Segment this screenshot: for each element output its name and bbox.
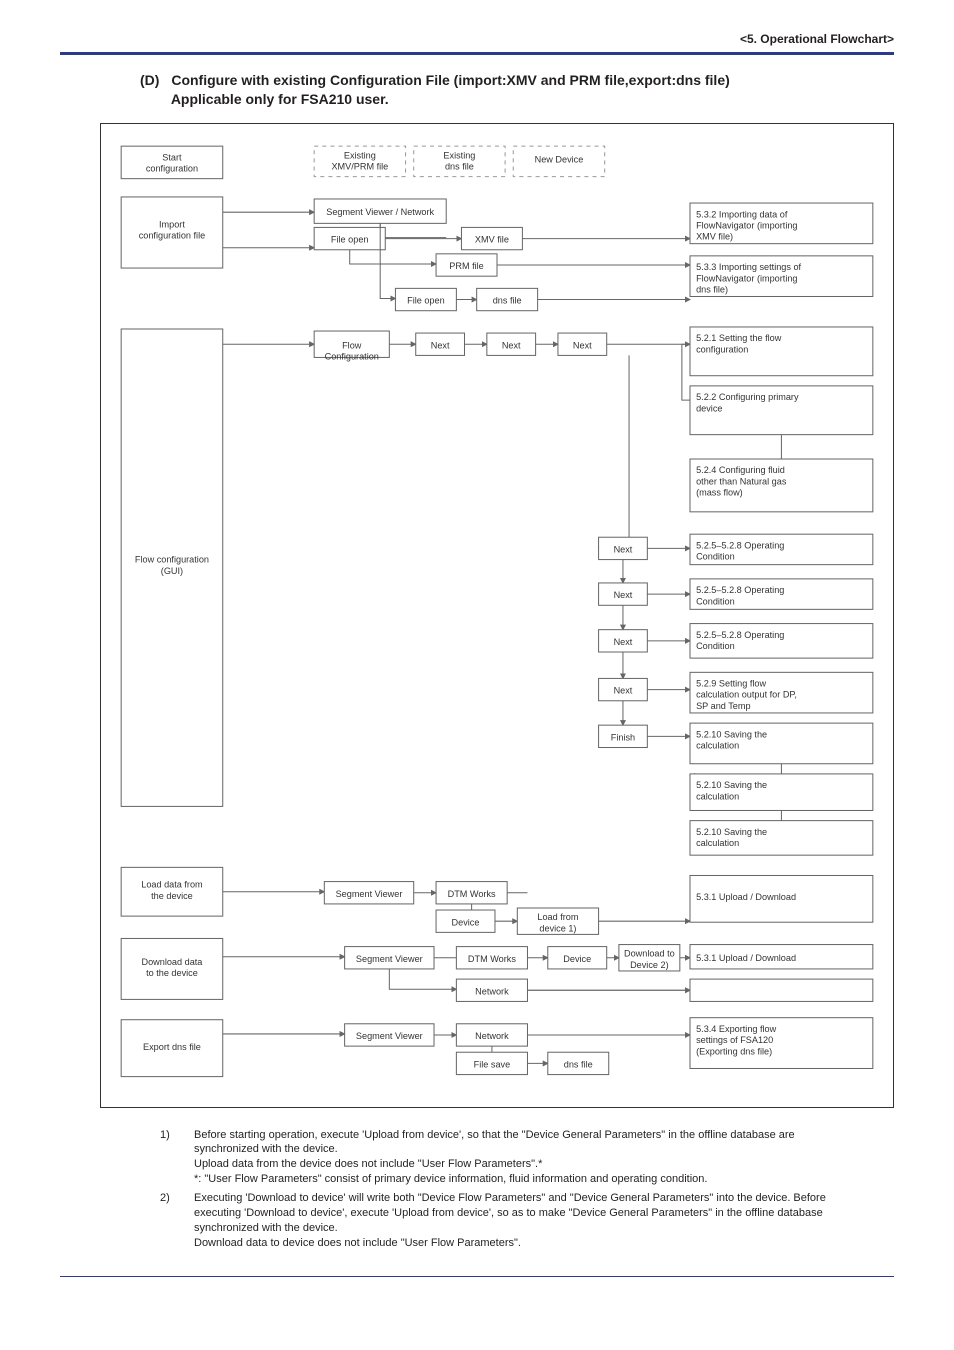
import-dnsfile: dns file — [493, 295, 522, 305]
footnote-2-num: 2) — [160, 1191, 194, 1250]
rowhead-export: Export dns file — [143, 1042, 201, 1052]
import-fileopen1: File open — [331, 234, 369, 244]
footer-rule — [60, 1276, 894, 1277]
rowhead-download: Download datato the device — [142, 957, 204, 978]
opt-dns: Existingdns file — [443, 150, 475, 171]
header-rule — [60, 52, 894, 55]
dl-dl: Download toDevice 2) — [624, 949, 675, 970]
flowcfg-next5: Next — [614, 590, 633, 600]
import-prmfile: PRM file — [449, 261, 483, 271]
flowchart-frame: Startconfiguration ExistingXMV/PRM file … — [100, 123, 894, 1108]
import-xmvfile: XMV file — [475, 234, 509, 244]
ref-export: 5.3.4 Exporting flowsettings of FSA120(E… — [696, 1024, 777, 1056]
exp-filesave: File save — [474, 1059, 511, 1069]
chapter-title: <5. Operational Flowchart> — [740, 32, 894, 46]
flowcfg-next3: Next — [573, 340, 592, 350]
footnote-2-text: Executing 'Download to device' will writ… — [194, 1191, 834, 1250]
dl-network: Network — [475, 986, 509, 996]
flowcfg-next7: Next — [614, 685, 633, 695]
opt-xmv: ExistingXMV/PRM file — [331, 150, 388, 171]
dl-device: Device — [563, 954, 591, 964]
flowcfg-next4: Next — [614, 544, 633, 554]
flowcfg-next1: Next — [431, 340, 450, 350]
section-lead: (D) — [140, 71, 159, 90]
exp-network: Network — [475, 1031, 509, 1041]
flowcfg-finish: Finish — [611, 732, 635, 742]
ref-updown1: 5.3.1 Upload / Download — [696, 892, 796, 902]
load-load: Load fromdevice 1) — [537, 912, 578, 933]
ref-updown2: 5.3.1 Upload / Download — [696, 953, 796, 963]
exp-sv: Segment Viewer — [356, 1031, 423, 1041]
section-title-line2: Applicable only for FSA210 user. — [171, 91, 389, 107]
opt-new: New Device — [535, 154, 584, 164]
exp-dns: dns file — [564, 1059, 593, 1069]
footnotes: 1) Before starting operation, execute 'U… — [160, 1128, 834, 1251]
import-fileopen2: File open — [407, 295, 445, 305]
section-title-line1: Configure with existing Configuration Fi… — [171, 72, 729, 88]
flowcfg-next2: Next — [502, 340, 521, 350]
dl-sv: Segment Viewer — [356, 954, 423, 964]
import-left: Segment Viewer / Network — [326, 207, 434, 217]
page-header: <5. Operational Flowchart> — [60, 32, 894, 52]
footnote-1-num: 1) — [160, 1128, 194, 1187]
load-dtm: DTM Works — [448, 889, 496, 899]
load-device: Device — [452, 917, 480, 927]
flowcfg-next6: Next — [614, 637, 633, 647]
flowchart-svg: Startconfiguration ExistingXMV/PRM file … — [111, 136, 883, 1091]
dl-dtm: DTM Works — [468, 954, 516, 964]
footnote-1-text: Before starting operation, execute 'Uplo… — [194, 1128, 834, 1187]
section-heading: (D) Configure with existing Configuratio… — [140, 71, 894, 109]
load-sv: Segment Viewer — [336, 889, 403, 899]
